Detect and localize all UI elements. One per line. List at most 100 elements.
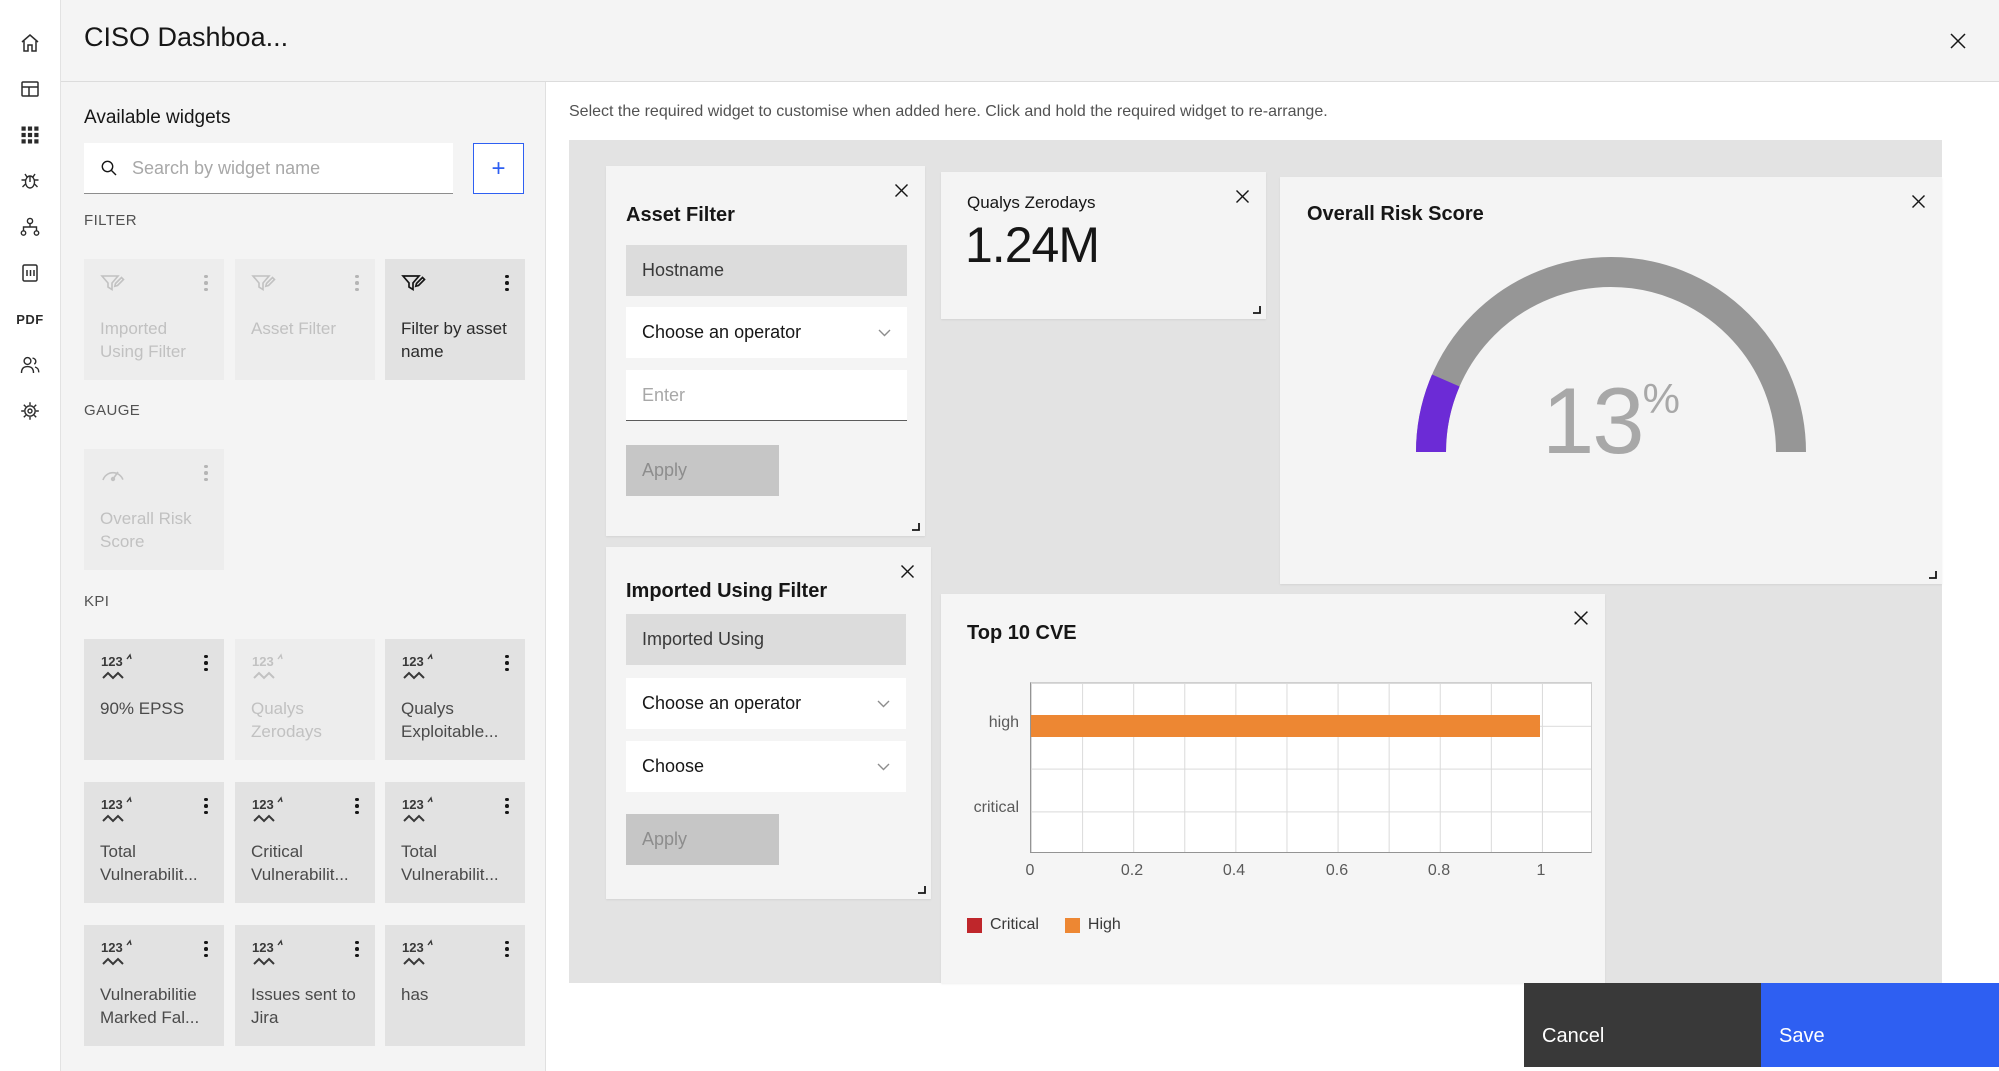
filter-field-select[interactable]: Imported Using — [626, 614, 906, 665]
search-input[interactable] — [132, 157, 432, 179]
apply-button[interactable]: Apply — [626, 445, 779, 496]
widget-card-label: Filter by asset name — [401, 319, 507, 361]
card-menu-kebab[interactable] — [499, 273, 515, 293]
operator-placeholder: Choose an operator — [642, 322, 802, 342]
nav-dashboards[interactable] — [0, 66, 61, 112]
cve-bar-chart-plot — [1030, 682, 1592, 853]
nav-pdf[interactable]: PDF — [0, 296, 61, 342]
nav-asset-flow[interactable] — [0, 204, 61, 250]
widget-top-10-cve[interactable]: Top 10 CVE high critical 0 0.2 0.4 0.6 0… — [941, 594, 1605, 983]
filter-field-value: Imported Using — [642, 629, 765, 649]
widget-card-label: Qualys Exploitable... — [401, 699, 499, 741]
card-menu-kebab[interactable] — [198, 939, 214, 959]
widget-asset-filter[interactable]: Asset Filter Hostname Choose an operator… — [606, 166, 925, 536]
nav-settings[interactable] — [0, 388, 61, 434]
nav-home[interactable] — [0, 20, 61, 66]
value-select[interactable]: Choose — [626, 741, 906, 792]
x-axis-tick: 0.2 — [1120, 862, 1144, 879]
card-menu-kebab[interactable] — [499, 796, 515, 816]
svg-text:123: 123 — [252, 797, 274, 812]
card-menu-kebab[interactable] — [349, 939, 365, 959]
x-axis-tick: 0.4 — [1222, 862, 1246, 879]
nav-reports[interactable] — [0, 250, 61, 296]
widget-card-total-vulnerabilities-1[interactable]: 123 Total Vulnerabilit... — [84, 782, 224, 903]
widget-card-label: Total Vulnerabilit... — [100, 842, 198, 884]
resize-handle[interactable] — [915, 883, 927, 895]
chevron-down-icon — [877, 763, 890, 770]
section-heading-kpi: KPI — [84, 593, 110, 610]
bug-icon — [21, 173, 39, 189]
legend-critical[interactable]: Critical — [967, 916, 1039, 934]
kpi-123-icon: 123 — [101, 796, 132, 823]
card-menu-kebab[interactable] — [198, 463, 214, 483]
widget-card-label: Issues sent to Jira — [251, 985, 356, 1027]
card-menu-kebab[interactable] — [499, 653, 515, 673]
widget-card-asset-filter: Asset Filter — [235, 259, 375, 380]
close-icon — [1911, 194, 1925, 208]
close-modal-button[interactable] — [1945, 28, 1971, 54]
card-menu-kebab[interactable] — [349, 273, 365, 293]
pdf-icon: PDF — [16, 311, 44, 327]
gauge-unit: % — [1642, 375, 1680, 422]
widget-card-vulnerabilities-marked-false[interactable]: 123 Vulnerabilitie Marked Fal... — [84, 925, 224, 1046]
nav-apps[interactable] — [0, 112, 61, 158]
widget-card-critical-vulnerabilities[interactable]: 123 Critical Vulnerabilit... — [235, 782, 375, 903]
resize-handle[interactable] — [909, 520, 921, 532]
cancel-button[interactable]: Cancel — [1524, 983, 1761, 1067]
widget-card-qualys-exploitable[interactable]: 123 Qualys Exploitable... — [385, 639, 525, 760]
filter-field-select[interactable]: Hostname — [626, 245, 907, 296]
kpi-123-icon: 123 — [402, 796, 433, 823]
left-nav-rail: PDF — [0, 0, 61, 1071]
nav-users[interactable] — [0, 342, 61, 388]
filter-value-input[interactable] — [626, 370, 907, 421]
card-menu-kebab[interactable] — [198, 273, 214, 293]
users-icon — [20, 356, 40, 374]
widget-qualys-zerodays[interactable]: Qualys Zerodays 1.24M — [941, 172, 1266, 319]
svg-text:123: 123 — [101, 654, 123, 669]
x-axis-tick: 0.6 — [1325, 862, 1349, 879]
y-axis-label-critical: critical — [973, 799, 1019, 816]
chevron-down-icon — [877, 700, 890, 707]
chart-legend: Critical High — [967, 916, 1121, 934]
resize-handle[interactable] — [1250, 303, 1262, 315]
remove-widget-button[interactable] — [1569, 606, 1593, 630]
legend-label: Critical — [990, 916, 1039, 933]
widget-imported-using-filter[interactable]: Imported Using Filter Imported Using Cho… — [606, 547, 931, 899]
kpi-123-icon: 123 — [402, 939, 433, 966]
widget-card-overall-risk-score: Overall Risk Score — [84, 449, 224, 570]
search-icon — [101, 160, 117, 176]
widget-card-total-vulnerabilities-2[interactable]: 123 Total Vulnerabilit... — [385, 782, 525, 903]
remove-widget-button[interactable] — [889, 178, 913, 202]
remove-widget-button[interactable] — [1906, 189, 1930, 213]
widget-card-filter-by-asset-name[interactable]: Filter by asset name — [385, 259, 525, 380]
nav-vulnerabilities[interactable] — [0, 158, 61, 204]
apps-grid-icon — [21, 126, 39, 144]
widget-overall-risk-score[interactable]: Overall Risk Score 13% — [1280, 177, 1942, 584]
card-menu-kebab[interactable] — [198, 653, 214, 673]
legend-high[interactable]: High — [1064, 916, 1121, 934]
modal-header: CISO Dashboa... — [61, 0, 1999, 82]
card-menu-kebab[interactable] — [499, 939, 515, 959]
widget-card-label: Vulnerabilitie Marked Fal... — [100, 985, 200, 1027]
x-axis-tick: 0.8 — [1427, 862, 1451, 879]
widget-card-has[interactable]: 123 has — [385, 925, 525, 1046]
bar-high[interactable] — [1031, 715, 1541, 737]
kpi-123-icon: 123 — [101, 653, 132, 680]
operator-placeholder: Choose an operator — [642, 693, 802, 713]
page-title: CISO Dashboa... — [84, 22, 289, 52]
kpi-123-icon: 123 — [252, 653, 283, 680]
card-menu-kebab[interactable] — [349, 796, 365, 816]
resize-handle[interactable] — [1926, 568, 1938, 580]
operator-select[interactable]: Choose an operator — [626, 307, 907, 358]
save-button[interactable]: Save — [1761, 983, 1999, 1067]
widget-card-90-epss[interactable]: 123 90% EPSS — [84, 639, 224, 760]
filter-edit-icon — [401, 275, 426, 292]
add-widget-button[interactable]: + — [473, 143, 524, 194]
card-menu-kebab[interactable] — [198, 796, 214, 816]
operator-select[interactable]: Choose an operator — [626, 678, 906, 729]
remove-widget-button[interactable] — [895, 559, 919, 583]
remove-widget-button[interactable] — [1230, 184, 1254, 208]
widget-card-issues-sent-to-jira[interactable]: 123 Issues sent to Jira — [235, 925, 375, 1046]
apply-button[interactable]: Apply — [626, 814, 779, 865]
svg-text:123: 123 — [101, 940, 123, 955]
